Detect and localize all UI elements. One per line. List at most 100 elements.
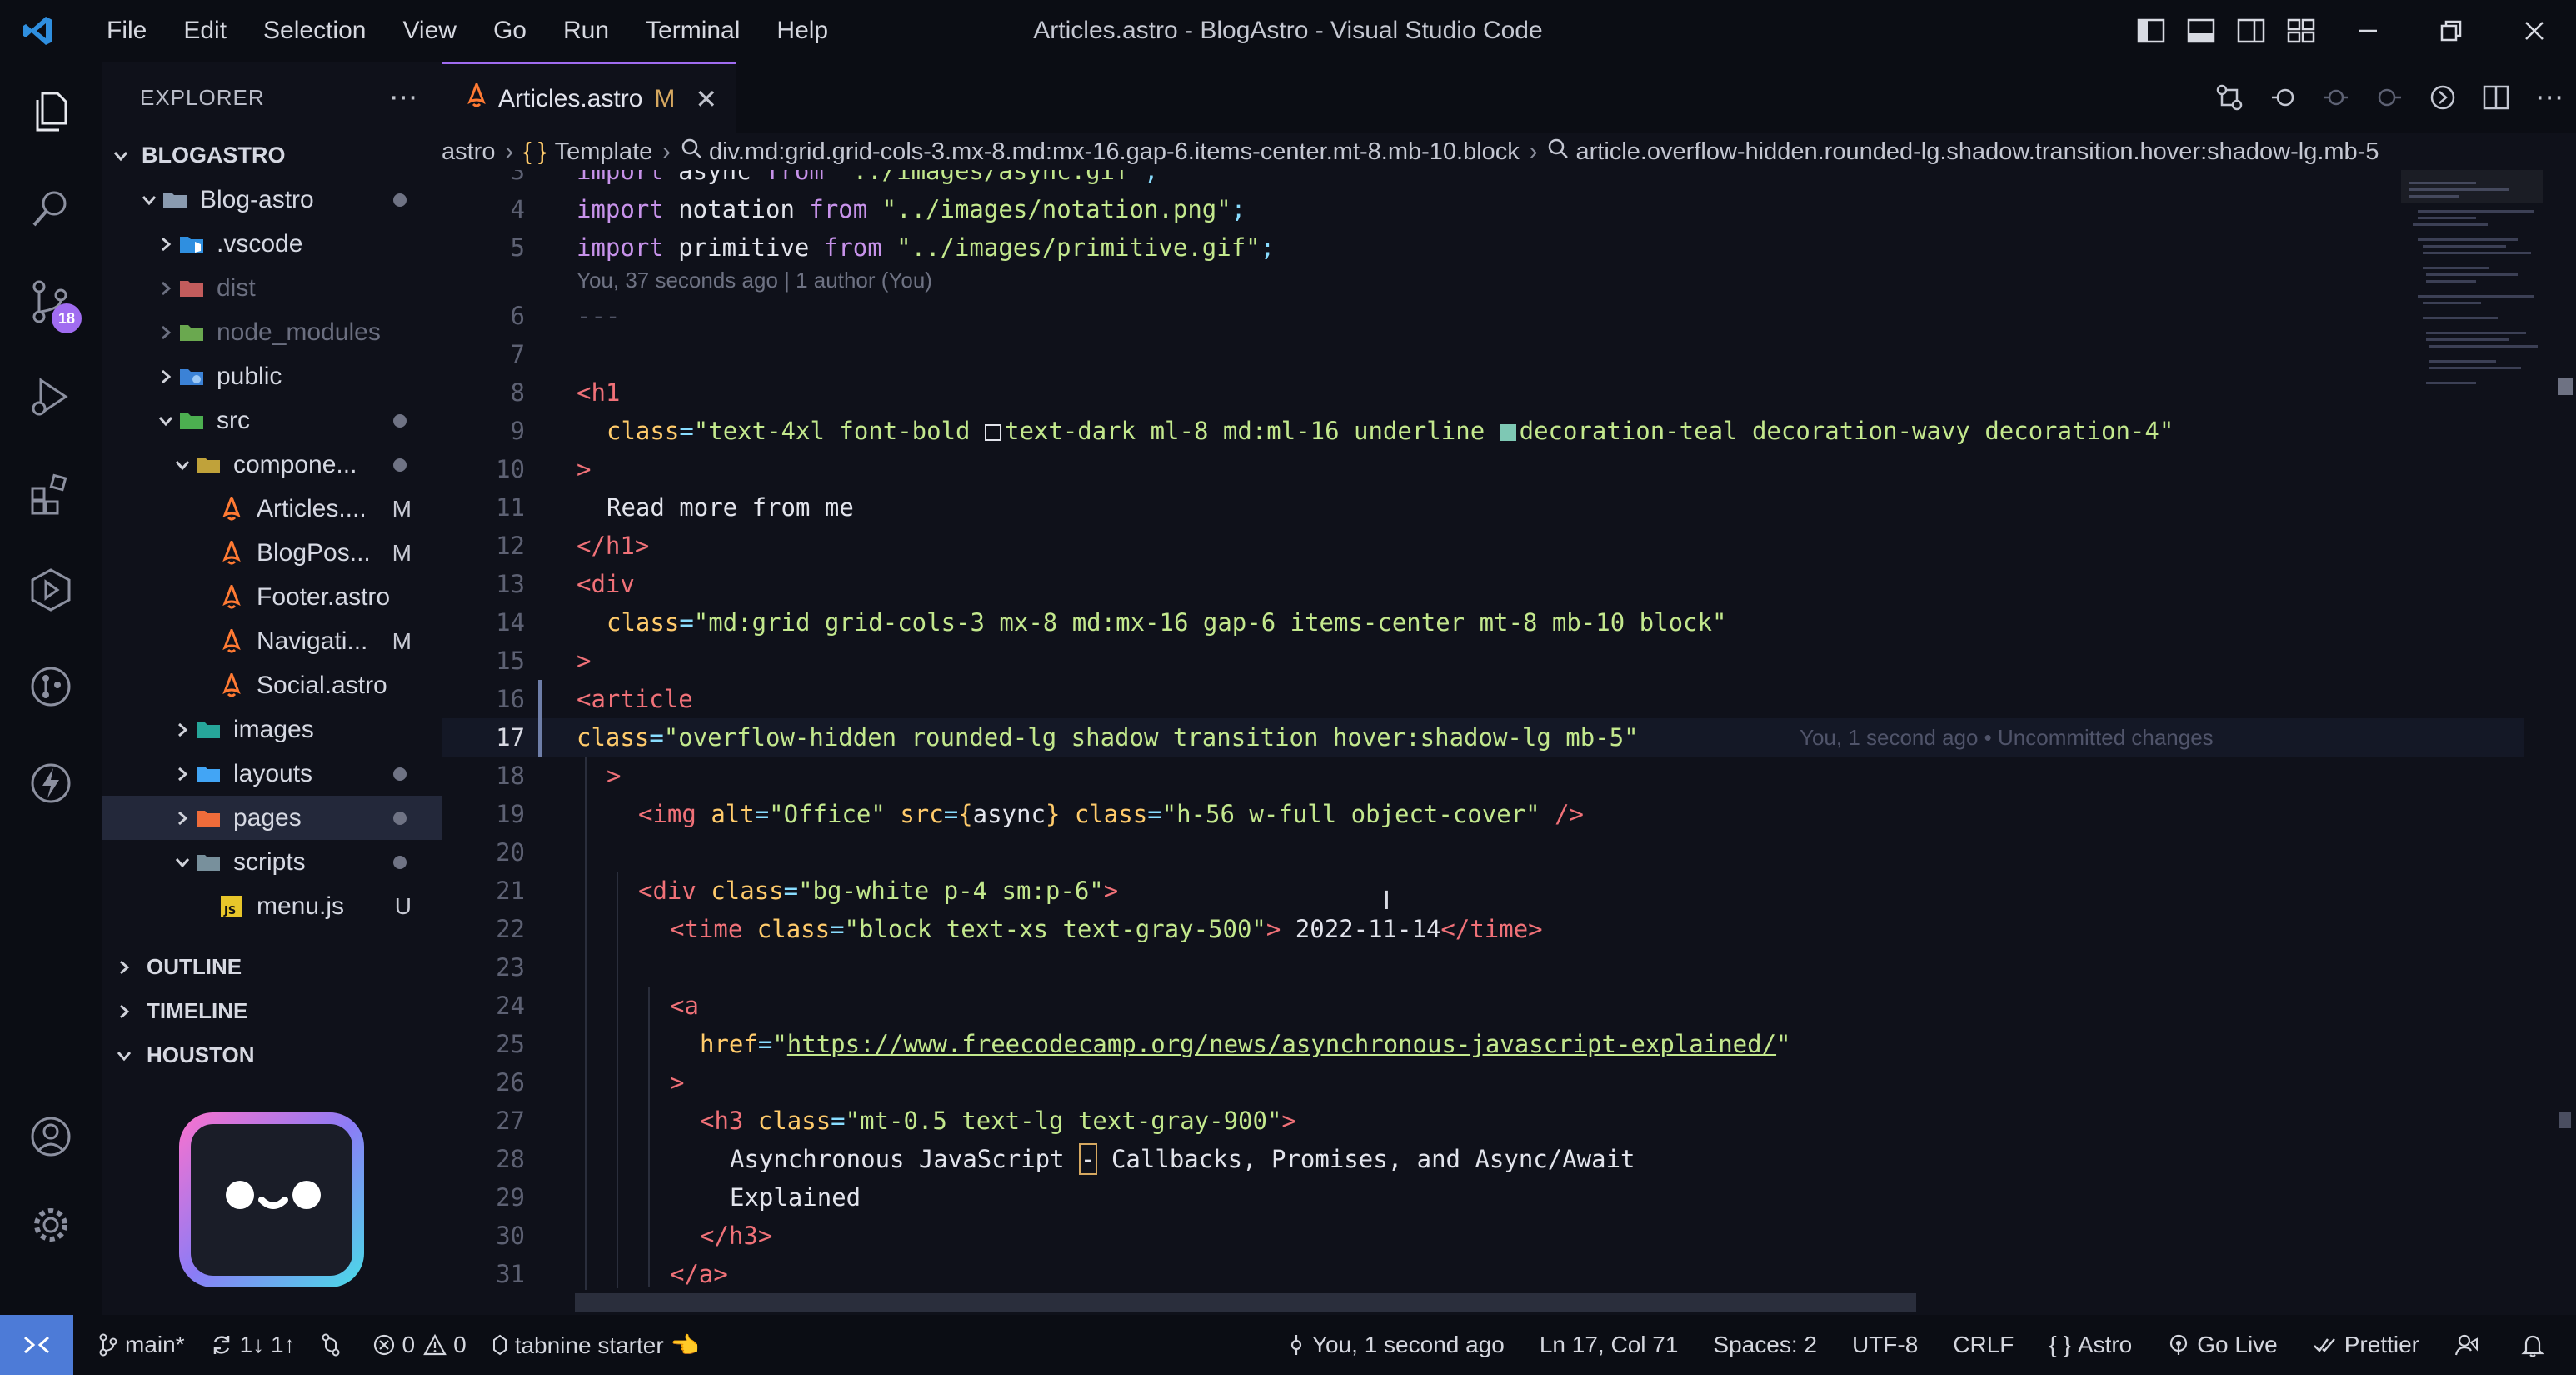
cursor-position[interactable]: Ln 17, Col 71 <box>1540 1332 1679 1358</box>
minimap[interactable] <box>2401 170 2543 520</box>
code-editor[interactable]: 3 import async from "../images/async.gif… <box>442 170 2524 1295</box>
houston-section[interactable]: HOUSTON <box>102 1033 442 1078</box>
menu-bar: File Edit Selection View Go Run Terminal… <box>88 0 846 62</box>
tree-folder-images[interactable]: images <box>102 708 442 752</box>
horizontal-scrollbar[interactable] <box>575 1293 1916 1312</box>
color-swatch-icon[interactable] <box>984 424 1001 441</box>
menu-help[interactable]: Help <box>758 0 846 62</box>
tree-file-footer[interactable]: Footer.astro <box>102 575 442 619</box>
git-blame-status[interactable]: You, 1 second ago <box>1287 1332 1505 1358</box>
tree-file-social[interactable]: Social.astro <box>102 663 442 708</box>
restore-icon[interactable] <box>2409 0 2493 62</box>
split-editor-icon[interactable] <box>2469 62 2523 133</box>
prettier-status[interactable]: Prettier <box>2313 1332 2419 1358</box>
language-label: Astro <box>2077 1332 2133 1358</box>
code-link[interactable]: https://www.freecodecamp.org/news/asynch… <box>787 1030 1776 1058</box>
menu-run[interactable]: Run <box>545 0 627 62</box>
tree-file-menu-js[interactable]: JS menu.js U <box>102 884 442 928</box>
thunder-client-icon[interactable] <box>0 742 102 825</box>
git-status: M <box>392 628 412 654</box>
go-live-button[interactable]: Go Live <box>2167 1332 2278 1358</box>
menu-go[interactable]: Go <box>475 0 545 62</box>
more-editor-actions-icon[interactable]: ⋯ <box>2523 62 2576 133</box>
encoding[interactable]: UTF-8 <box>1852 1332 1918 1358</box>
tab-articles-astro[interactable]: Articles.astro M ✕ <box>442 62 736 133</box>
tree-label: Social.astro <box>257 671 387 699</box>
code-line: 14 class="md:grid grid-cols-3 mx-8 md:mx… <box>442 603 2524 642</box>
outline-section[interactable]: OUTLINE <box>102 945 442 989</box>
code-token: Explained <box>730 1183 861 1212</box>
tree-folder-scripts[interactable]: scripts <box>102 840 442 884</box>
remote-explorer-icon[interactable] <box>0 548 102 632</box>
code-token: < <box>638 800 653 828</box>
close-window-icon[interactable] <box>2493 0 2576 62</box>
vertical-scrollbar[interactable] <box>2554 170 2576 1295</box>
toggle-panel-icon[interactable] <box>2176 0 2226 62</box>
customize-layout-icon[interactable] <box>2276 0 2326 62</box>
breadcrumb-article[interactable]: article.overflow-hidden.rounded-lg.shado… <box>1547 138 2379 166</box>
toggle-secondary-sidebar-icon[interactable] <box>2226 0 2276 62</box>
menu-file[interactable]: File <box>88 0 165 62</box>
tree-file-blogpost[interactable]: BlogPos... M <box>102 531 442 575</box>
astro-file-icon <box>218 584 245 611</box>
tree-folder-components[interactable]: compone... <box>102 442 442 487</box>
breadcrumb-file[interactable]: astro <box>442 138 495 166</box>
astro-file-icon <box>218 496 245 522</box>
notifications-bell-icon[interactable] <box>2521 1332 2551 1358</box>
open-changes-icon[interactable] <box>2203 62 2256 133</box>
menu-selection[interactable]: Selection <box>245 0 384 62</box>
feedback-icon[interactable] <box>2454 1332 2486 1358</box>
branch-status[interactable]: main* <box>98 1332 185 1358</box>
previous-change-icon[interactable] <box>2309 62 2363 133</box>
code-line: 3 import async from "../images/async.gif… <box>442 170 2524 190</box>
minimize-icon[interactable] <box>2326 0 2409 62</box>
explorer-icon[interactable] <box>0 70 102 153</box>
menu-terminal[interactable]: Terminal <box>627 0 758 62</box>
source-control-icon[interactable]: 18 <box>0 260 102 343</box>
tree-folder-layouts[interactable]: layouts <box>102 752 442 796</box>
git-graph-icon[interactable] <box>0 645 102 728</box>
language-mode[interactable]: { } Astro <box>2049 1332 2132 1358</box>
end-of-line[interactable]: CRLF <box>1953 1332 2014 1358</box>
close-tab-icon[interactable]: ✕ <box>695 83 717 115</box>
timeline-section[interactable]: TIMELINE <box>102 989 442 1033</box>
color-swatch-icon[interactable] <box>1499 424 1516 441</box>
next-change-icon[interactable] <box>2363 62 2416 133</box>
indentation[interactable]: Spaces: 2 <box>1713 1332 1817 1358</box>
more-actions-icon[interactable]: ⋯ <box>389 81 418 114</box>
tree-file-articles[interactable]: Articles.... M <box>102 487 442 531</box>
breadcrumb-div[interactable]: div.md:grid.grid-cols-3.mx-8.md:mx-16.ga… <box>681 138 1520 166</box>
problems-status[interactable]: 0 0 <box>372 1332 467 1358</box>
run-debug-icon[interactable] <box>0 355 102 438</box>
workspace-root[interactable]: BLOGASTRO <box>102 133 442 178</box>
tabnine-status[interactable]: tabnine starter 👈 <box>492 1332 699 1359</box>
tree-folder-pages[interactable]: pages <box>102 796 442 840</box>
revert-changes-icon[interactable] <box>2256 62 2309 133</box>
tree-folder-dist[interactable]: dist <box>102 266 442 310</box>
settings-gear-icon[interactable] <box>0 1183 102 1267</box>
tree-folder-src[interactable]: src <box>102 398 442 442</box>
code-line: 27 <h3 class="mt-0.5 text-lg text-gray-9… <box>442 1102 2524 1140</box>
tree-folder-blog-astro[interactable]: Blog-astro <box>102 178 442 222</box>
code-token: 2022-11-14 <box>1281 915 1441 943</box>
line-number: 13 <box>496 570 525 598</box>
menu-edit[interactable]: Edit <box>165 0 245 62</box>
search-icon[interactable] <box>0 167 102 250</box>
tree-folder-node-modules[interactable]: node_modules <box>102 310 442 354</box>
toggle-primary-sidebar-icon[interactable] <box>2126 0 2176 62</box>
tree-folder-vscode[interactable]: .vscode <box>102 222 442 266</box>
menu-view[interactable]: View <box>384 0 474 62</box>
sync-status[interactable]: 1↓ 1↑ <box>210 1332 296 1358</box>
remote-indicator-icon[interactable] <box>0 1315 73 1375</box>
codelens-blame[interactable]: You, 37 seconds ago | 1 author (You) <box>442 263 2524 297</box>
tree-file-navigation[interactable]: Navigati... M <box>102 619 442 663</box>
breadcrumb-template[interactable]: { } Template <box>523 138 652 166</box>
code-token: > <box>577 455 592 483</box>
accounts-icon[interactable] <box>0 1095 102 1178</box>
chevron-right-icon <box>153 276 178 301</box>
indent-guide <box>648 987 650 1287</box>
extensions-icon[interactable] <box>0 452 102 535</box>
tree-folder-public[interactable]: public <box>102 354 442 398</box>
git-graph-status[interactable] <box>321 1333 347 1357</box>
gitlens-icon[interactable] <box>2416 62 2469 133</box>
